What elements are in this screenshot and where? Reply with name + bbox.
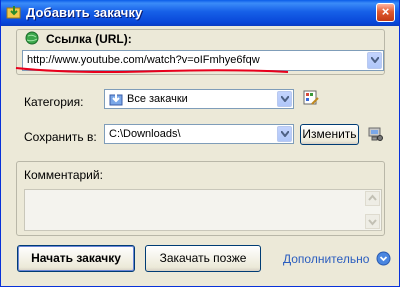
- close-icon[interactable]: ×: [376, 3, 395, 22]
- expand-circle-icon[interactable]: [376, 251, 391, 266]
- download-later-label: Закачать позже: [159, 251, 247, 265]
- red-annotation-underline: [15, 67, 289, 73]
- category-dropdown-button[interactable]: [277, 91, 292, 107]
- network-folder-icon[interactable]: [367, 126, 383, 142]
- add-download-dialog: Добавить закачку × Ссылка (URL): http://…: [0, 0, 400, 287]
- category-select[interactable]: Все закачки: [104, 89, 294, 109]
- scroll-up-arrow-icon[interactable]: [365, 191, 380, 206]
- save-path-dropdown-button[interactable]: [277, 126, 292, 142]
- comment-scrollbar[interactable]: [364, 190, 381, 230]
- download-later-button[interactable]: Закачать позже: [145, 245, 261, 272]
- title-bar[interactable]: Добавить закачку ×: [1, 0, 399, 26]
- change-folder-button[interactable]: Изменить: [300, 124, 359, 145]
- window-title: Добавить закачку: [26, 5, 143, 20]
- save-path-value: C:\Downloads\: [109, 128, 181, 140]
- change-folder-label: Изменить: [302, 127, 357, 141]
- category-edit-icon[interactable]: [303, 90, 319, 106]
- start-download-label: Начать закачку: [31, 251, 121, 265]
- comment-label: Комментарий:: [24, 168, 103, 182]
- category-value: Все закачки: [127, 93, 188, 105]
- globe-icon: [25, 31, 39, 45]
- app-download-icon: [6, 5, 22, 21]
- category-label: Категория:: [24, 95, 84, 109]
- save-path-select[interactable]: C:\Downloads\: [104, 124, 294, 144]
- save-to-label: Сохранить в:: [24, 130, 97, 144]
- comment-textarea[interactable]: [24, 189, 382, 231]
- start-download-button[interactable]: Начать закачку: [17, 245, 135, 272]
- url-dropdown-button[interactable]: [367, 52, 382, 69]
- more-options-label: Дополнительно: [283, 252, 370, 266]
- url-label: Ссылка (URL):: [46, 32, 132, 46]
- scroll-down-arrow-icon[interactable]: [365, 214, 380, 229]
- more-options-link[interactable]: Дополнительно: [283, 252, 369, 266]
- category-folder-icon: [109, 92, 123, 109]
